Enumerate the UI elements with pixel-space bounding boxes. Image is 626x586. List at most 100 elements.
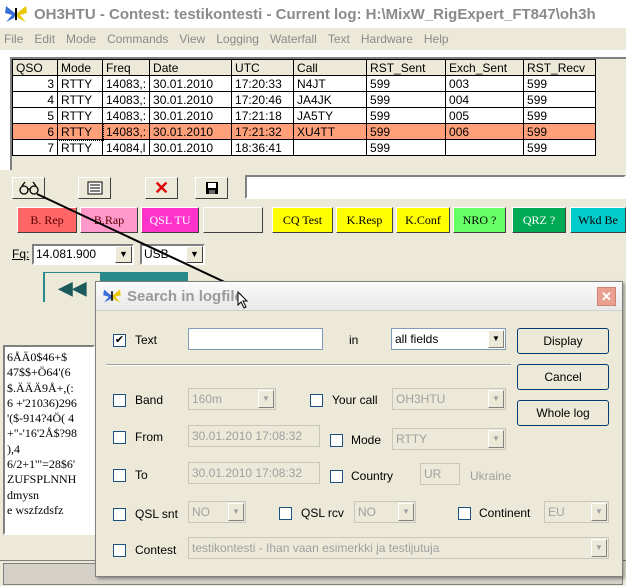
yourcall-label: Your call bbox=[332, 393, 378, 407]
to-checkbox[interactable] bbox=[113, 469, 126, 482]
table-row[interactable]: 3 RTTY 14083,: 30.01.2010 17:20:33 N4JT 599 003… bbox=[12, 75, 597, 92]
whole-log-button[interactable]: Whole log bbox=[517, 400, 609, 426]
macro-button[interactable]: B.Rap bbox=[80, 207, 138, 233]
menu-file[interactable]: File bbox=[4, 32, 23, 46]
menu-text[interactable]: Text bbox=[328, 32, 350, 46]
to-datetime-field[interactable]: 30.01.2010 17:08:32 bbox=[188, 462, 320, 484]
country-checkbox[interactable] bbox=[330, 470, 343, 483]
yourcall-checkbox[interactable] bbox=[310, 394, 323, 407]
menu-mode[interactable]: Mode bbox=[66, 32, 96, 46]
from-datetime-field[interactable]: 30.01.2010 17:08:32 bbox=[188, 425, 320, 447]
table-cell bbox=[445, 139, 525, 156]
table-row[interactable]: 6 RTTY 14083,: 30.01.2010 17:21:32 XU4TT 599 00… bbox=[12, 122, 597, 141]
col-freq[interactable]: Freq bbox=[101, 59, 151, 76]
call-entry-field[interactable] bbox=[245, 175, 626, 199]
table-cell: 14083,: bbox=[101, 91, 151, 108]
edit-qso-button[interactable] bbox=[78, 177, 111, 199]
table-row[interactable]: 4 RTTY 14083,: 30.01.2010 17:20:46 JA4JK 599 00… bbox=[12, 91, 597, 108]
qslrcv-value: NO bbox=[358, 505, 376, 519]
dialog-title: Search in logfile bbox=[127, 287, 243, 305]
macro-button[interactable]: B. Rep bbox=[17, 207, 77, 233]
macro-button[interactable]: QRZ ? bbox=[512, 207, 566, 233]
menu-waterfall[interactable]: Waterfall bbox=[270, 32, 317, 46]
tune-left-button[interactable]: ◀◀ bbox=[45, 273, 100, 303]
band-select[interactable]: 160m ▼ bbox=[188, 388, 276, 410]
col-call[interactable]: Call bbox=[293, 59, 368, 76]
close-icon[interactable]: ✕ bbox=[597, 287, 616, 306]
mode-checkbox[interactable] bbox=[330, 434, 343, 447]
table-cell: 599 bbox=[366, 75, 447, 92]
chevron-down-icon[interactable]: ▼ bbox=[398, 503, 414, 521]
chevron-down-icon[interactable]: ▼ bbox=[488, 330, 504, 348]
table-cell: XU4TT bbox=[293, 123, 368, 140]
search-dialog: Search in logfile ✕ ✔ Text in all fields… bbox=[95, 281, 623, 577]
menu-view[interactable]: View bbox=[179, 32, 205, 46]
rx-line: e wszfzdsfz bbox=[7, 502, 64, 517]
band-checkbox[interactable] bbox=[113, 394, 126, 407]
table-cell: 17:20:33 bbox=[231, 75, 295, 92]
freq-combo[interactable]: 14.081.900 ▼ bbox=[32, 244, 134, 265]
rx-line: +"-'16'2Å$?98 bbox=[7, 426, 77, 441]
qslsnt-select[interactable]: NO ▼ bbox=[188, 501, 246, 523]
search-log-button[interactable] bbox=[12, 177, 45, 199]
menu-commands[interactable]: Commands bbox=[107, 32, 168, 46]
display-button[interactable]: Display bbox=[517, 328, 609, 354]
cancel-button[interactable]: Cancel bbox=[517, 364, 609, 390]
chevron-down-icon[interactable]: ▼ bbox=[591, 539, 607, 557]
search-text-input[interactable] bbox=[188, 328, 323, 350]
qslsnt-checkbox[interactable] bbox=[113, 508, 126, 521]
save-log-button[interactable] bbox=[195, 177, 228, 199]
qslrcv-select[interactable]: NO ▼ bbox=[354, 501, 416, 523]
col-exch-sent[interactable]: Exch_Sent bbox=[445, 59, 525, 76]
contest-checkbox[interactable] bbox=[113, 544, 126, 557]
menu-help[interactable]: Help bbox=[424, 32, 449, 46]
table-cell: 599 bbox=[523, 91, 597, 108]
from-checkbox[interactable] bbox=[113, 431, 126, 444]
log-table-header: QSO Mode Freq Date UTC Call RST_Sent Exc… bbox=[12, 59, 597, 76]
col-rst-recv[interactable]: RST_Recv bbox=[523, 59, 597, 76]
macro-button[interactable]: QSL TU bbox=[141, 207, 199, 233]
table-cell: 003 bbox=[445, 75, 525, 92]
col-mode[interactable]: Mode bbox=[57, 59, 103, 76]
freq-label: Fq: bbox=[12, 247, 29, 261]
macro-button[interactable]: Wkd Be bbox=[570, 207, 626, 233]
search-field-select[interactable]: all fields ▼ bbox=[391, 328, 506, 350]
text-checkbox[interactable]: ✔ bbox=[113, 334, 126, 347]
menu-edit[interactable]: Edit bbox=[34, 32, 55, 46]
country-field[interactable]: UR bbox=[420, 463, 460, 485]
table-cell: 599 bbox=[366, 123, 447, 140]
continent-checkbox[interactable] bbox=[458, 507, 471, 520]
macro-button[interactable]: K.Conf bbox=[396, 207, 450, 233]
mode-select[interactable]: RTTY ▼ bbox=[392, 428, 506, 450]
col-date[interactable]: Date bbox=[149, 59, 233, 76]
yourcall-select[interactable]: OH3HTU ▼ bbox=[392, 388, 506, 410]
macro-button[interactable]: K.Resp bbox=[336, 207, 393, 233]
col-rst-sent[interactable]: RST_Sent bbox=[366, 59, 447, 76]
qslrcv-checkbox[interactable] bbox=[279, 507, 292, 520]
butterfly-app-icon bbox=[103, 289, 121, 303]
macro-button[interactable]: NRO ? bbox=[453, 207, 506, 233]
delete-qso-button[interactable]: ✕ bbox=[145, 177, 178, 199]
rx-text-area[interactable]: 6ÅÄ0$46+$ 47$$+Ö64'(6 $.ÄÄÄ9Å+,(: 6 +'21… bbox=[3, 345, 95, 535]
chevron-down-icon[interactable]: ▼ bbox=[258, 390, 274, 408]
chevron-down-icon[interactable]: ▼ bbox=[115, 246, 132, 263]
chevron-down-icon[interactable]: ▼ bbox=[591, 503, 607, 521]
table-cell: 599 bbox=[523, 139, 597, 156]
col-utc[interactable]: UTC bbox=[231, 59, 295, 76]
chevron-down-icon[interactable]: ▼ bbox=[186, 246, 203, 263]
macro-button[interactable]: CQ Test bbox=[272, 207, 333, 233]
dialog-titlebar[interactable]: Search in logfile bbox=[96, 282, 622, 311]
table-cell: 30.01.2010 bbox=[149, 75, 233, 92]
chevron-down-icon[interactable]: ▼ bbox=[488, 430, 504, 448]
macro-button[interactable] bbox=[203, 207, 263, 233]
menu-logging[interactable]: Logging bbox=[216, 32, 259, 46]
chevron-down-icon[interactable]: ▼ bbox=[488, 390, 504, 408]
col-qso[interactable]: QSO bbox=[12, 59, 58, 76]
table-row[interactable]: 7 RTTY 14084,l 30.01.2010 18:36:41 599 599 bbox=[12, 139, 597, 156]
table-row[interactable]: 5 RTTY 14083,: 30.01.2010 17:21:18 JA5TY 599 00… bbox=[12, 107, 597, 124]
continent-select[interactable]: EU ▼ bbox=[544, 501, 609, 523]
chevron-down-icon[interactable]: ▼ bbox=[228, 503, 244, 521]
contest-select[interactable]: testikontesti - Ihan vaan esimerkki ja t… bbox=[188, 537, 609, 559]
menu-hardware[interactable]: Hardware bbox=[361, 32, 413, 46]
mode-combo[interactable]: USB ▼ bbox=[140, 244, 205, 265]
